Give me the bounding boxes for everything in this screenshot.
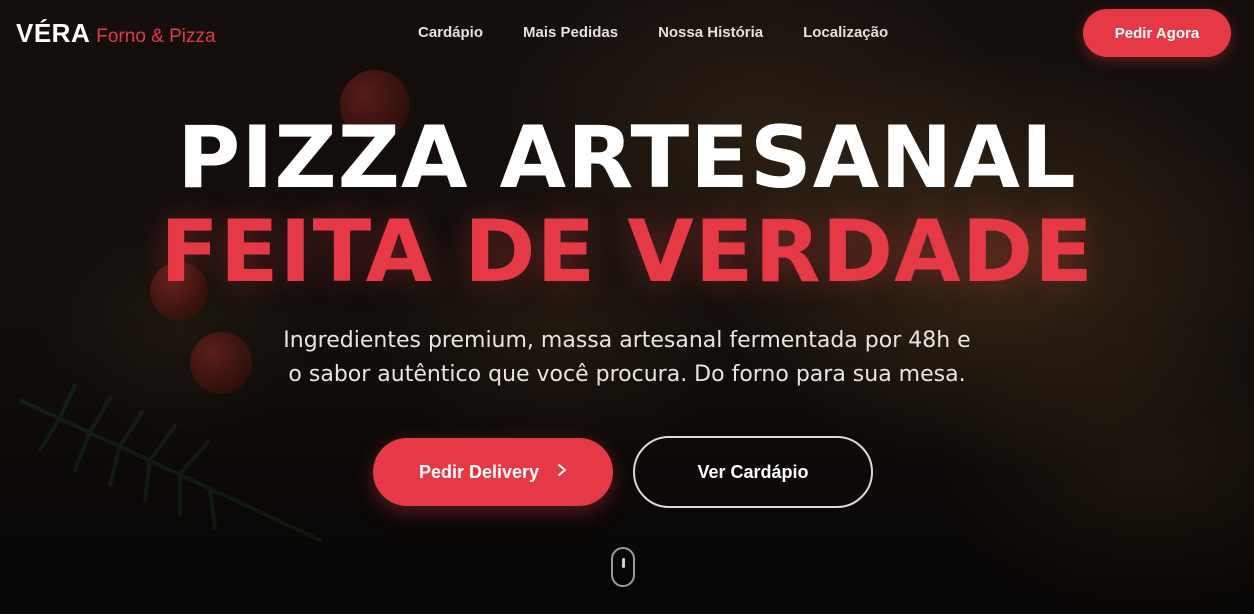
order-delivery-label: Pedir Delivery [418, 461, 540, 482]
order-now-button[interactable]: Pedir Agora [1083, 9, 1231, 57]
hero-title-line1: PIZZA ARTESANAL [177, 108, 1077, 208]
main-nav: Cardápio Mais Pedidas Nossa História Loc… [418, 24, 888, 41]
site-header: VÉRA Forno & Pizza Cardápio Mais Pedidas… [0, 0, 1254, 66]
nav-item-cardapio[interactable]: Cardápio [418, 24, 483, 41]
brand-name: VÉRA [16, 18, 91, 48]
nav-item-localizacao[interactable]: Localização [803, 24, 888, 41]
nav-item-nossa-historia[interactable]: Nossa História [658, 24, 763, 41]
brand-tagline: Forno & Pizza [96, 26, 216, 47]
nav-item-mais-pedidas[interactable]: Mais Pedidas [523, 24, 618, 41]
hero-subtitle: Ingredientes premium, massa artesanal fe… [227, 324, 1027, 392]
hero-subtitle-line1: Ingredientes premium, massa artesanal fe… [283, 328, 971, 353]
hero-subtitle-line2: o sabor autêntico que você procura. Do f… [288, 362, 966, 387]
mouse-scroll-icon[interactable] [611, 547, 635, 587]
hero-overlay [0, 0, 1254, 614]
hero-title-line2: FEITA DE VERDADE [160, 202, 1094, 302]
scroll-dot [622, 558, 625, 568]
chevron-right-icon [557, 462, 567, 480]
brand-logo[interactable]: VÉRA Forno & Pizza [16, 18, 216, 49]
order-delivery-button[interactable]: Pedir Delivery [373, 438, 613, 506]
view-menu-button[interactable]: Ver Cardápio [633, 436, 873, 508]
